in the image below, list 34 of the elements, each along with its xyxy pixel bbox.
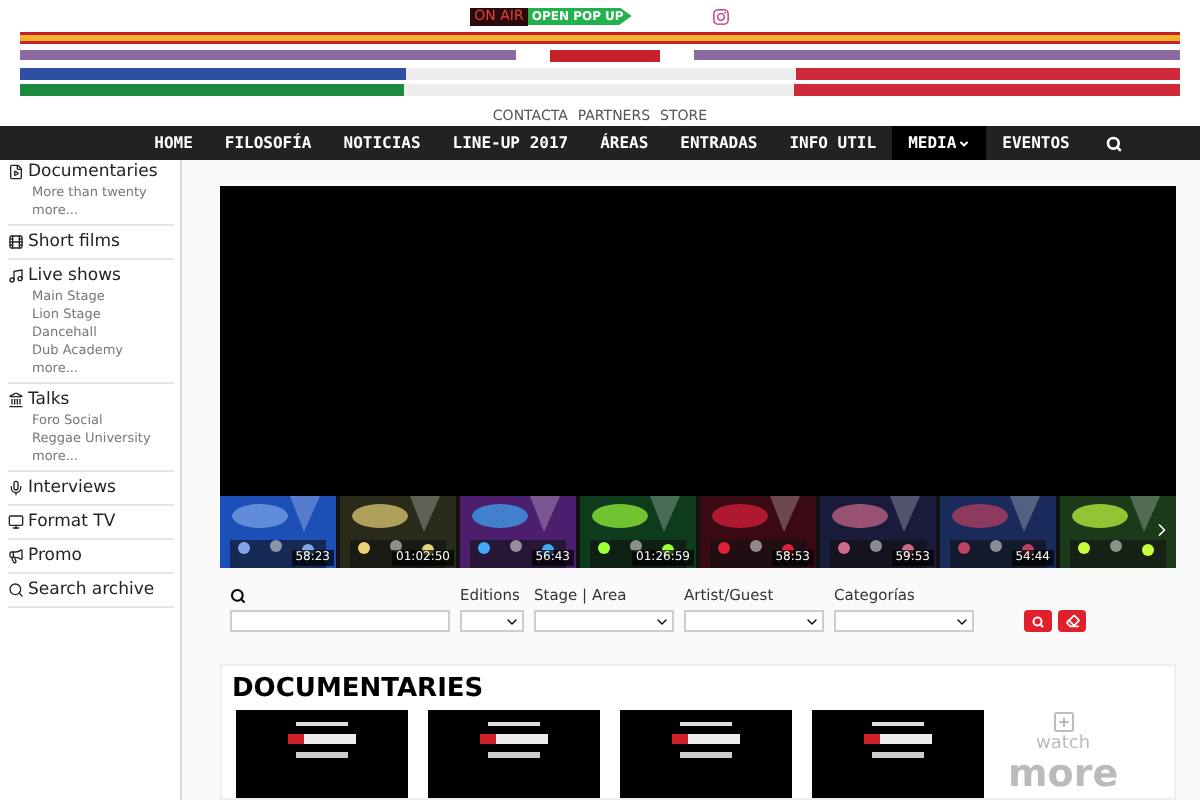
- nav-item[interactable]: ÁREAS: [584, 126, 665, 160]
- film-file-icon: [8, 164, 24, 180]
- sidebar-item[interactable]: Documentaries: [8, 160, 174, 184]
- sidebar-item[interactable]: Talks: [8, 388, 174, 412]
- search-icon: [8, 582, 24, 598]
- nav-item[interactable]: INFO UTIL: [773, 126, 893, 160]
- megaphone-icon: [8, 548, 24, 564]
- nav-item[interactable]: LINE-UP 2017: [436, 126, 585, 160]
- search-field[interactable]: [230, 610, 450, 632]
- building-icon: [8, 392, 24, 408]
- sidebar-item[interactable]: Live shows: [8, 264, 174, 288]
- instagram-icon[interactable]: [711, 7, 730, 25]
- film-icon: [8, 234, 24, 250]
- sidebar-item[interactable]: Promo: [8, 544, 174, 568]
- search-icon: [230, 588, 246, 604]
- clear-button[interactable]: [1058, 610, 1086, 632]
- plus-icon: [1051, 710, 1076, 734]
- nav-item[interactable]: EVENTOS: [986, 126, 1086, 160]
- nav-item[interactable]: MEDIA: [892, 126, 987, 160]
- nav-item[interactable]: NOTICIAS: [327, 126, 437, 160]
- music-note-icon: [8, 268, 24, 284]
- sidebar-item[interactable]: Interviews: [8, 476, 174, 500]
- sidebar-item[interactable]: Short films: [8, 230, 174, 254]
- microphone-icon: [8, 480, 24, 496]
- monitor-icon: [8, 514, 24, 530]
- sidebar-item[interactable]: Search archive: [8, 578, 174, 602]
- nav-item[interactable]: HOME: [138, 126, 209, 160]
- section-title: DOCUMENTARIES: [232, 674, 486, 706]
- sidebar-item[interactable]: Format TV: [8, 510, 174, 534]
- search-icon: [1032, 615, 1044, 627]
- nav-item[interactable]: ENTRADAS: [664, 126, 774, 160]
- eraser-icon: [1065, 614, 1079, 628]
- search-icon: [1105, 135, 1122, 151]
- nav-item[interactable]: FILOSOFÍA: [208, 126, 328, 160]
